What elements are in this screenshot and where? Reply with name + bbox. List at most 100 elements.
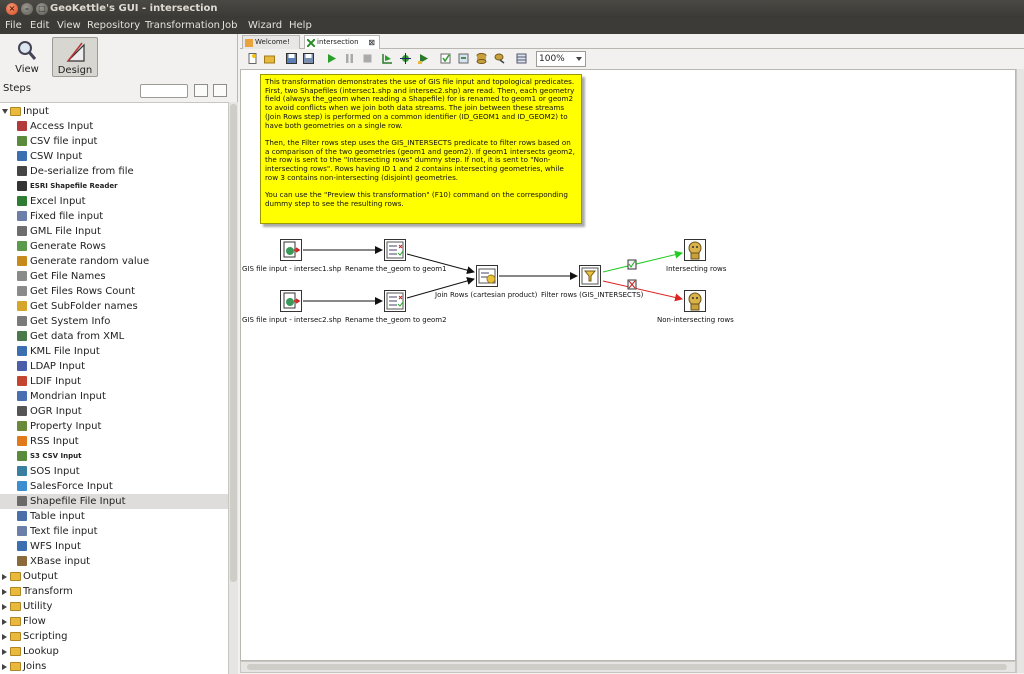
step-icon [17,376,27,386]
menu-transformation[interactable]: Transformation [145,18,220,34]
steps-header: Steps [0,80,238,102]
impact-icon[interactable] [458,53,469,64]
tree-step-item[interactable]: Fixed file input [0,209,228,224]
menu-file[interactable]: File [5,18,22,34]
close-window-button[interactable]: × [6,3,18,15]
tree-step-item[interactable]: Get File Names [0,269,228,284]
tree-step-item[interactable]: De-serialize from file [0,164,228,179]
tree-folder-transform[interactable]: Transform [0,584,228,599]
menu-view[interactable]: View [57,18,81,34]
tree-scroll-thumb[interactable] [230,104,237,582]
tree-step-item[interactable]: RSS Input [0,434,228,449]
pause-icon[interactable] [344,53,355,64]
tree-step-item[interactable]: S3 CSV Input [0,449,228,464]
tree-step-item[interactable]: LDIF Input [0,374,228,389]
steps-search-input[interactable] [140,84,188,98]
tree-folder-output[interactable]: Output [0,569,228,584]
step-non-intersecting-rows[interactable] [684,290,706,312]
tree-step-item[interactable]: Mondrian Input [0,389,228,404]
zoom-select[interactable]: 100% [536,51,586,67]
tree-folder-scripting[interactable]: Scripting [0,629,228,644]
collapsed-arrow-icon[interactable] [2,619,7,625]
tree-scrollbar[interactable] [228,102,238,674]
menu-repository[interactable]: Repository [87,18,140,34]
tree-folder-lookup[interactable]: Lookup [0,644,228,659]
tree-folder-joins[interactable]: Joins [0,659,228,674]
tree-step-item[interactable]: Get data from XML [0,329,228,344]
step-intersecting-rows[interactable] [684,239,706,261]
tree-step-item[interactable]: Text file input [0,524,228,539]
explore-db-icon[interactable] [494,53,505,64]
tree-step-item[interactable]: Get System Info [0,314,228,329]
step-gis-file-input-2[interactable] [280,290,302,312]
tree-folder-input[interactable]: Input [0,104,228,119]
tree-step-item[interactable]: GML File Input [0,224,228,239]
view-perspective-button[interactable]: View [4,37,50,77]
collapsed-arrow-icon[interactable] [2,634,7,640]
menu-job[interactable]: Job [222,18,237,34]
preview-icon[interactable] [382,53,393,64]
tab-welcome[interactable]: Welcome! [242,35,300,49]
collapsed-arrow-icon[interactable] [2,664,7,670]
tree-folder-utility[interactable]: Utility [0,599,228,614]
step-gis-file-input-1[interactable] [280,239,302,261]
collapsed-arrow-icon[interactable] [2,589,7,595]
tree-step-item[interactable]: CSV file input [0,134,228,149]
tree-step-item[interactable]: Generate random value [0,254,228,269]
tree-step-item[interactable]: Property Input [0,419,228,434]
tree-step-item[interactable]: KML File Input [0,344,228,359]
collapsed-arrow-icon[interactable] [2,604,7,610]
sql-icon[interactable] [476,53,487,64]
tree-step-item[interactable]: SalesForce Input [0,479,228,494]
close-tab-icon[interactable]: ⊠ [368,36,375,49]
save-icon[interactable] [286,53,297,64]
tree-step-item[interactable]: Get Files Rows Count [0,284,228,299]
tab-intersection[interactable]: intersection ⊠ [304,35,380,49]
tree-step-item[interactable]: Shapefile File Input [0,494,228,509]
step-filter-rows[interactable] [579,265,601,287]
design-perspective-button[interactable]: Design [52,37,98,77]
maximize-window-button[interactable]: □ [36,3,48,15]
expanded-arrow-icon[interactable] [2,109,8,114]
expand-all-button[interactable] [194,84,208,97]
stop-icon[interactable] [362,53,373,64]
canvas-scroll-thumb[interactable] [247,664,1007,670]
tab-welcome-label: Welcome! [255,38,290,46]
menu-wizard[interactable]: Wizard [248,18,282,34]
step-join-rows[interactable] [476,265,498,287]
step-label: Join Rows (cartesian product) [435,291,538,299]
step-rename-geom2[interactable] [384,290,406,312]
tree-step-item[interactable]: SOS Input [0,464,228,479]
run-icon[interactable] [326,53,337,64]
collapsed-arrow-icon[interactable] [2,649,7,655]
step-rename-geom1[interactable] [384,239,406,261]
debug-icon[interactable] [400,53,411,64]
menu-edit[interactable]: Edit [30,18,49,34]
transformation-canvas[interactable]: This transformation demonstrates the use… [240,69,1016,661]
tree-step-item[interactable]: LDAP Input [0,359,228,374]
tree-step-item[interactable]: ESRI Shapefile Reader [0,179,228,194]
replay-icon[interactable] [418,53,429,64]
tree-step-item[interactable]: Get SubFolder names [0,299,228,314]
tree-step-item[interactable]: Excel Input [0,194,228,209]
canvas-vertical-scrollbar[interactable] [1016,69,1024,673]
collapse-all-button[interactable] [213,84,227,97]
tree-step-item[interactable]: CSW Input [0,149,228,164]
save-as-icon[interactable] [303,53,314,64]
collapsed-arrow-icon[interactable] [2,574,7,580]
minimize-window-button[interactable]: – [21,3,33,15]
tree-step-item[interactable]: Table input [0,509,228,524]
open-icon[interactable] [264,53,275,64]
tree-step-label: CSV file input [30,136,98,147]
tree-step-item[interactable]: Access Input [0,119,228,134]
tree-step-item[interactable]: Generate Rows [0,239,228,254]
verify-icon[interactable] [440,53,451,64]
show-results-icon[interactable] [516,53,527,64]
canvas-horizontal-scrollbar[interactable] [240,661,1016,673]
menu-help[interactable]: Help [289,18,312,34]
tree-step-item[interactable]: XBase input [0,554,228,569]
new-file-icon[interactable] [247,53,258,64]
tree-step-item[interactable]: OGR Input [0,404,228,419]
tree-folder-flow[interactable]: Flow [0,614,228,629]
tree-step-item[interactable]: WFS Input [0,539,228,554]
